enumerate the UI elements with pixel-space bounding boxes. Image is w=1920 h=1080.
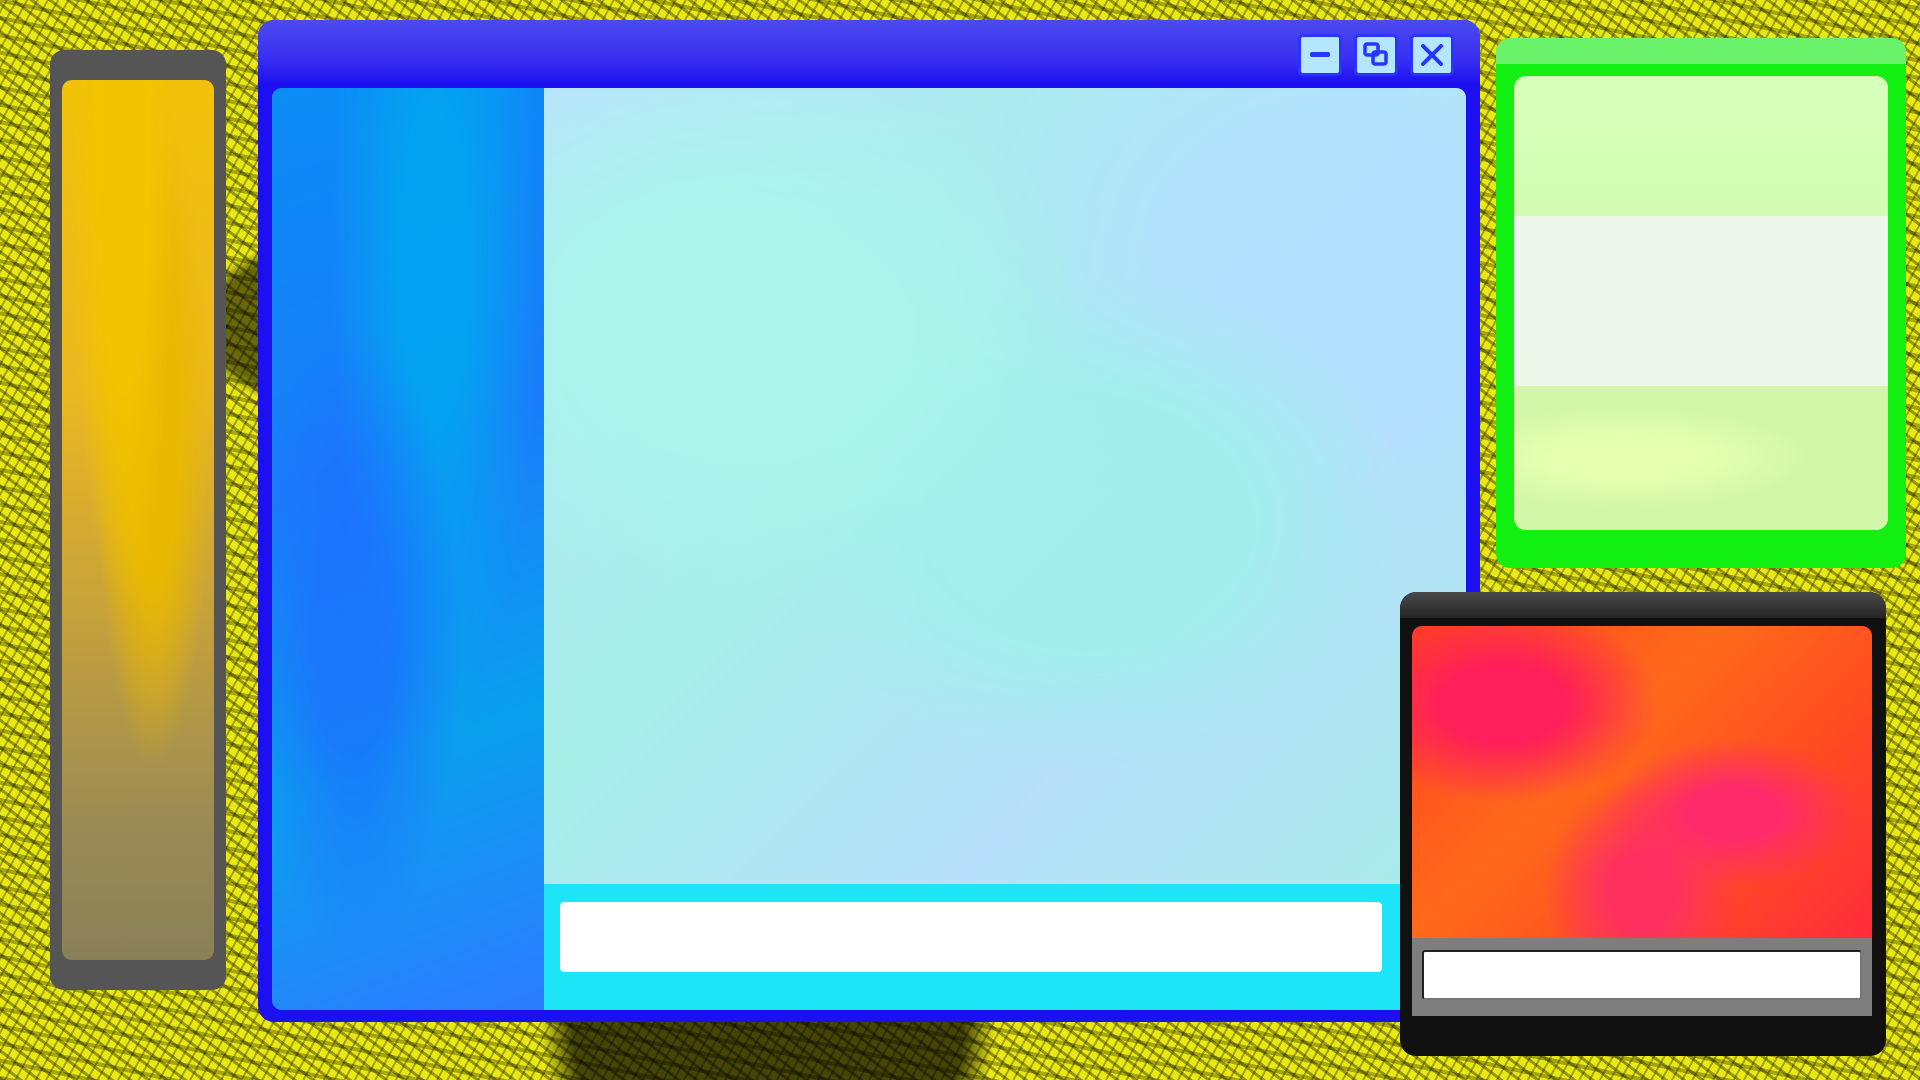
close-button[interactable]: [1410, 34, 1454, 76]
left-panel-content: [62, 80, 214, 960]
close-icon: [1421, 44, 1443, 66]
left-panel-window[interactable]: [50, 50, 226, 990]
main-titlebar[interactable]: [258, 20, 1480, 84]
red-input-bar: [1412, 938, 1872, 1016]
green-highlight-band: [1514, 216, 1888, 386]
red-window[interactable]: [1400, 592, 1886, 1056]
red-content: [1412, 626, 1872, 938]
main-content: [272, 88, 1466, 1010]
minimize-button[interactable]: [1298, 34, 1342, 76]
desktop: { "desktop": { "background_color": "#e8e…: [0, 0, 1920, 1080]
green-lower-area: [1514, 386, 1888, 530]
minimize-icon: [1310, 52, 1330, 57]
restore-icon: [1363, 42, 1388, 66]
green-content: [1514, 76, 1888, 530]
green-titlebar[interactable]: [1496, 38, 1906, 64]
main-pane[interactable]: [544, 88, 1466, 884]
main-sidebar[interactable]: [272, 88, 544, 1010]
main-window[interactable]: [258, 20, 1480, 1022]
red-titlebar[interactable]: [1400, 592, 1886, 618]
red-text-input[interactable]: [1422, 950, 1862, 1000]
restore-button[interactable]: [1354, 34, 1398, 76]
main-text-input[interactable]: [560, 902, 1382, 972]
green-window[interactable]: [1496, 38, 1906, 568]
main-input-bar: [544, 884, 1466, 1010]
